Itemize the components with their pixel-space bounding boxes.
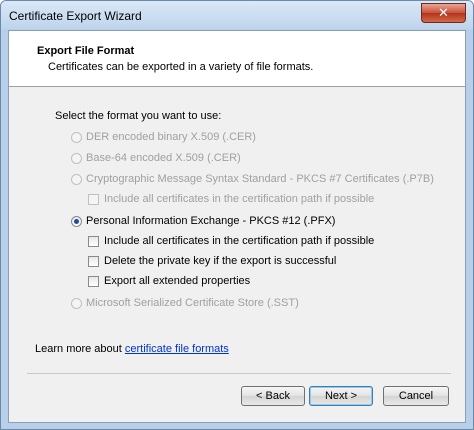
checkbox-pfx-include[interactable]: Include all certificates in the certific… — [88, 235, 374, 247]
radio-circle-selected[interactable] — [71, 215, 82, 227]
radio-base64-label: Base-64 encoded X.509 (.CER) — [86, 152, 241, 164]
radio-sst-label: Microsoft Serialized Certificate Store (… — [86, 297, 299, 309]
back-button[interactable]: < Back — [241, 386, 305, 406]
wizard-window: Certificate Export Wizard ✕ Export File … — [0, 0, 474, 430]
checkbox-export-extended-properties-label: Export all extended properties — [104, 275, 251, 287]
next-button[interactable]: Next > — [309, 386, 373, 406]
radio-circle[interactable] — [71, 297, 82, 309]
certificate-formats-link[interactable]: certificate file formats — [125, 343, 229, 355]
format-prompt: Select the format you want to use: — [55, 110, 222, 122]
checkbox-box[interactable] — [88, 275, 99, 287]
radio-circle[interactable] — [71, 131, 82, 143]
radio-circle[interactable] — [71, 152, 82, 164]
footer-divider — [27, 373, 451, 374]
radio-pfx[interactable]: Personal Information Exchange - PKCS #12… — [71, 215, 335, 227]
page-subtitle: Certificates can be exported in a variet… — [48, 61, 314, 73]
learn-more-prefix: Learn more about — [35, 343, 125, 355]
checkbox-delete-private-key[interactable]: Delete the private key if the export is … — [88, 255, 336, 267]
checkbox-export-extended-properties[interactable]: Export all extended properties — [88, 275, 250, 287]
checkbox-pfx-include-label: Include all certificates in the certific… — [104, 235, 375, 247]
window-title: Certificate Export Wizard — [9, 9, 142, 23]
radio-p7b[interactable]: Cryptographic Message Syntax Standard - … — [71, 173, 434, 185]
checkbox-box[interactable] — [88, 255, 99, 267]
checkbox-p7b-include[interactable]: Include all certificates in the certific… — [88, 193, 374, 205]
checkbox-p7b-include-label: Include all certificates in the certific… — [104, 193, 375, 205]
checkbox-delete-private-key-label: Delete the private key if the export is … — [104, 255, 337, 267]
checkbox-box[interactable] — [88, 235, 99, 247]
radio-circle[interactable] — [71, 173, 82, 185]
close-icon[interactable]: ✕ — [421, 3, 466, 23]
radio-p7b-label: Cryptographic Message Syntax Standard - … — [86, 173, 434, 185]
radio-der-label: DER encoded binary X.509 (.CER) — [86, 131, 256, 143]
page-title: Export File Format — [37, 45, 135, 57]
wizard-header: Export File Format Certificates can be e… — [9, 31, 465, 87]
title-bar[interactable]: Certificate Export Wizard ✕ — [1, 1, 473, 29]
checkbox-box[interactable] — [88, 193, 99, 205]
cancel-button[interactable]: Cancel — [383, 386, 449, 406]
learn-more-text: Learn more about certificate file format… — [35, 343, 229, 355]
radio-sst[interactable]: Microsoft Serialized Certificate Store (… — [71, 297, 299, 309]
radio-der[interactable]: DER encoded binary X.509 (.CER) — [71, 131, 256, 143]
wizard-body: Export File Format Certificates can be e… — [8, 30, 466, 423]
radio-pfx-label: Personal Information Exchange - PKCS #12… — [86, 215, 336, 227]
radio-base64[interactable]: Base-64 encoded X.509 (.CER) — [71, 152, 241, 164]
